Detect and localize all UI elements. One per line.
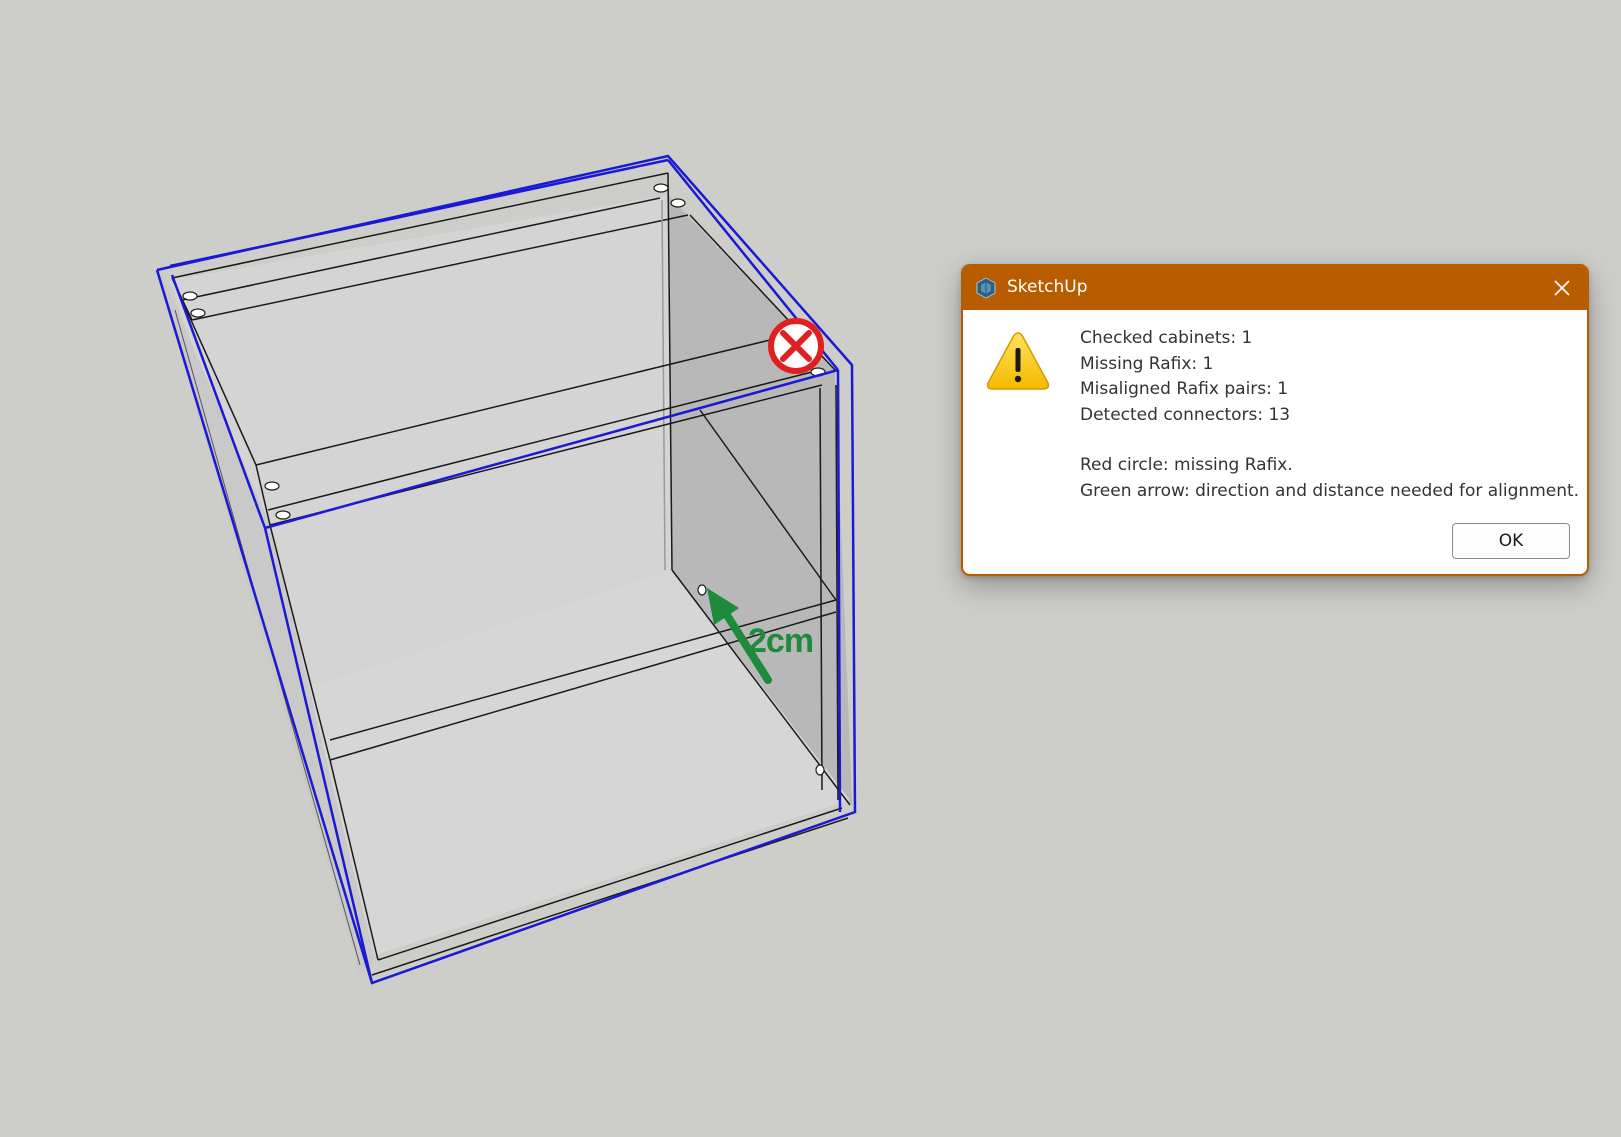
message-line: Misaligned Rafix pairs: 1 xyxy=(1080,379,1289,399)
dialog-title: SketchUp xyxy=(1007,277,1088,297)
message-note: Green arrow: direction and distance need… xyxy=(1080,480,1580,501)
ok-button[interactable]: OK xyxy=(1452,523,1570,559)
close-button[interactable] xyxy=(1537,266,1587,310)
dialog-message: Checked cabinets: 1 Missing Rafix: 1 Mis… xyxy=(1080,326,1580,504)
missing-rafix-marker xyxy=(768,318,824,374)
message-note: Red circle: missing Rafix. xyxy=(1080,455,1293,475)
alignment-distance-label: 2cm xyxy=(748,622,814,660)
warning-icon xyxy=(986,332,1050,390)
message-line: Detected connectors: 13 xyxy=(1080,404,1291,425)
message-line: Missing Rafix: 1 xyxy=(1080,353,1214,374)
sketchup-logo-icon xyxy=(976,277,996,299)
close-icon xyxy=(1554,280,1570,296)
message-line: Checked cabinets: 1 xyxy=(1080,328,1253,348)
dialog-titlebar[interactable]: SketchUp xyxy=(963,266,1587,310)
sketchup-message-dialog: SketchUp Checked cabinets: 1 Missing Raf… xyxy=(961,264,1589,576)
